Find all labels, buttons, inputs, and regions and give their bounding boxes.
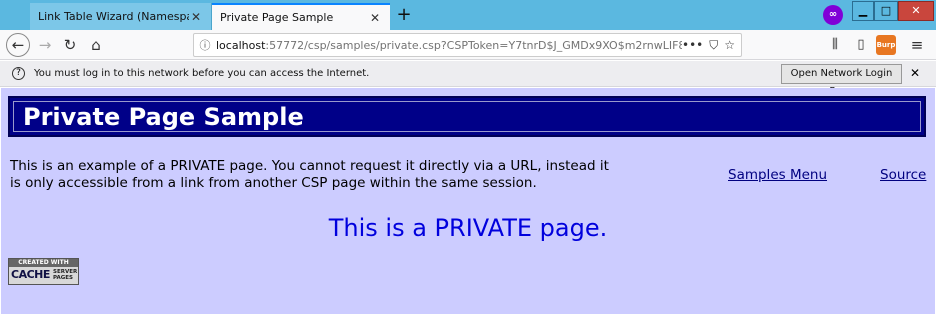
- home-button[interactable]: ⌂: [84, 33, 108, 57]
- reload-button[interactable]: ↻: [58, 33, 82, 57]
- captive-portal-notification: ? You must log in to this network before…: [0, 61, 936, 97]
- notification-text: You must log in to this network before y…: [34, 68, 370, 79]
- url-text[interactable]: localhost:57772/csp/samples/private.csp?…: [216, 39, 682, 52]
- url-rest: :57772/csp/samples/private.csp?CSPToken=…: [265, 38, 682, 52]
- private-browsing-mask-icon: ∞: [823, 5, 843, 25]
- library-icon[interactable]: ⫼: [825, 35, 845, 55]
- page-actions-icon[interactable]: •••: [682, 38, 703, 53]
- tab-private-page-sample[interactable]: Private Page Sample ✕: [212, 3, 390, 30]
- close-tab-icon[interactable]: ✕: [189, 10, 203, 24]
- cache-server-pages-logo[interactable]: CREATED WITH CACHE SERVER PAGES: [8, 258, 79, 285]
- open-network-login-button[interactable]: Open Network Login Page: [781, 64, 902, 97]
- question-icon: ?: [12, 67, 25, 80]
- bookmark-star-icon[interactable]: ☆: [724, 38, 735, 53]
- back-button[interactable]: ←: [6, 33, 30, 57]
- maximize-button[interactable]: □: [874, 1, 898, 21]
- url-host: localhost: [216, 38, 266, 52]
- private-page-message: This is a PRIVATE page.: [328, 214, 608, 242]
- page-content: Private Page Sample This is an example o…: [1, 88, 935, 314]
- tab-link-table-wizard[interactable]: Link Table Wizard (Namespace %SYS) ✕: [30, 3, 212, 30]
- intro-text: This is an example of a PRIVATE page. Yo…: [10, 158, 609, 191]
- tab-title: Link Table Wizard (Namespace %SYS): [38, 10, 189, 23]
- new-tab-button[interactable]: +: [393, 4, 415, 26]
- tab-bar: Link Table Wizard (Namespace %SYS) ✕ Pri…: [0, 0, 936, 30]
- page-banner: Private Page Sample: [8, 96, 926, 137]
- burp-icon[interactable]: Burp: [876, 35, 896, 55]
- sidebar-icon[interactable]: ▯: [851, 35, 871, 55]
- menu-icon[interactable]: ≡: [907, 35, 927, 55]
- source-link[interactable]: Source: [880, 167, 926, 183]
- close-tab-icon[interactable]: ✕: [368, 11, 382, 25]
- pocket-icon[interactable]: ⛉: [709, 38, 718, 53]
- navigation-bar: ← → ↻ ⌂ ⓘ localhost:57772/csp/samples/pr…: [0, 30, 936, 60]
- address-bar[interactable]: ⓘ localhost:57772/csp/samples/private.cs…: [193, 33, 742, 57]
- minimize-button[interactable]: ▁: [852, 1, 874, 21]
- close-notification-icon[interactable]: ✕: [908, 66, 922, 80]
- close-window-button[interactable]: ✕: [898, 1, 934, 21]
- site-info-icon[interactable]: ⓘ: [194, 37, 216, 53]
- tab-title: Private Page Sample: [220, 11, 334, 24]
- forward-button[interactable]: →: [33, 33, 57, 57]
- samples-menu-link[interactable]: Samples Menu: [728, 167, 827, 183]
- page-title: Private Page Sample: [23, 103, 304, 131]
